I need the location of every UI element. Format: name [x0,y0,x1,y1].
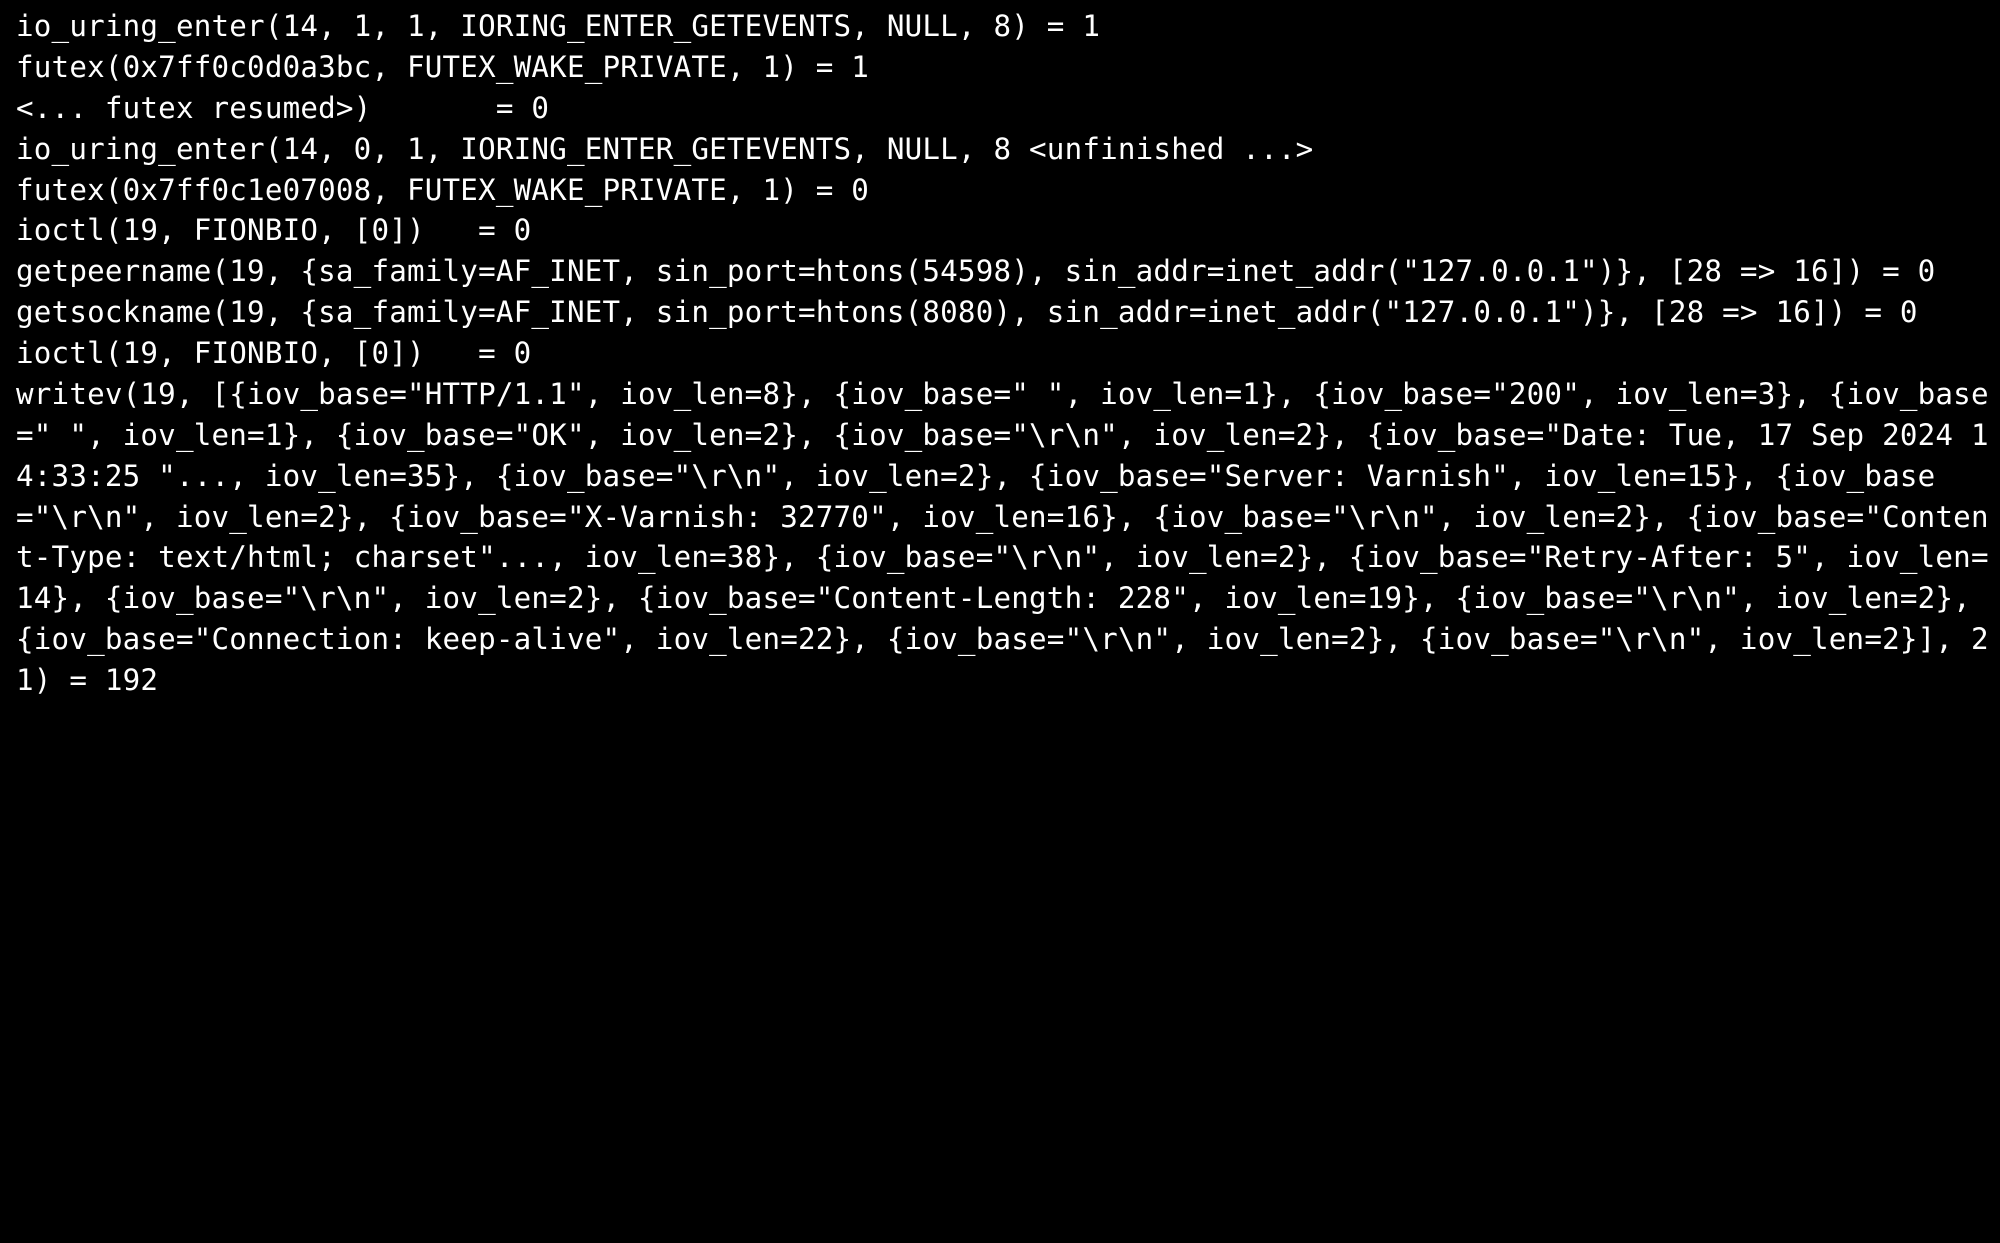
terminal-output[interactable]: io_uring_enter(14, 1, 1, IORING_ENTER_GE… [0,0,2000,707]
